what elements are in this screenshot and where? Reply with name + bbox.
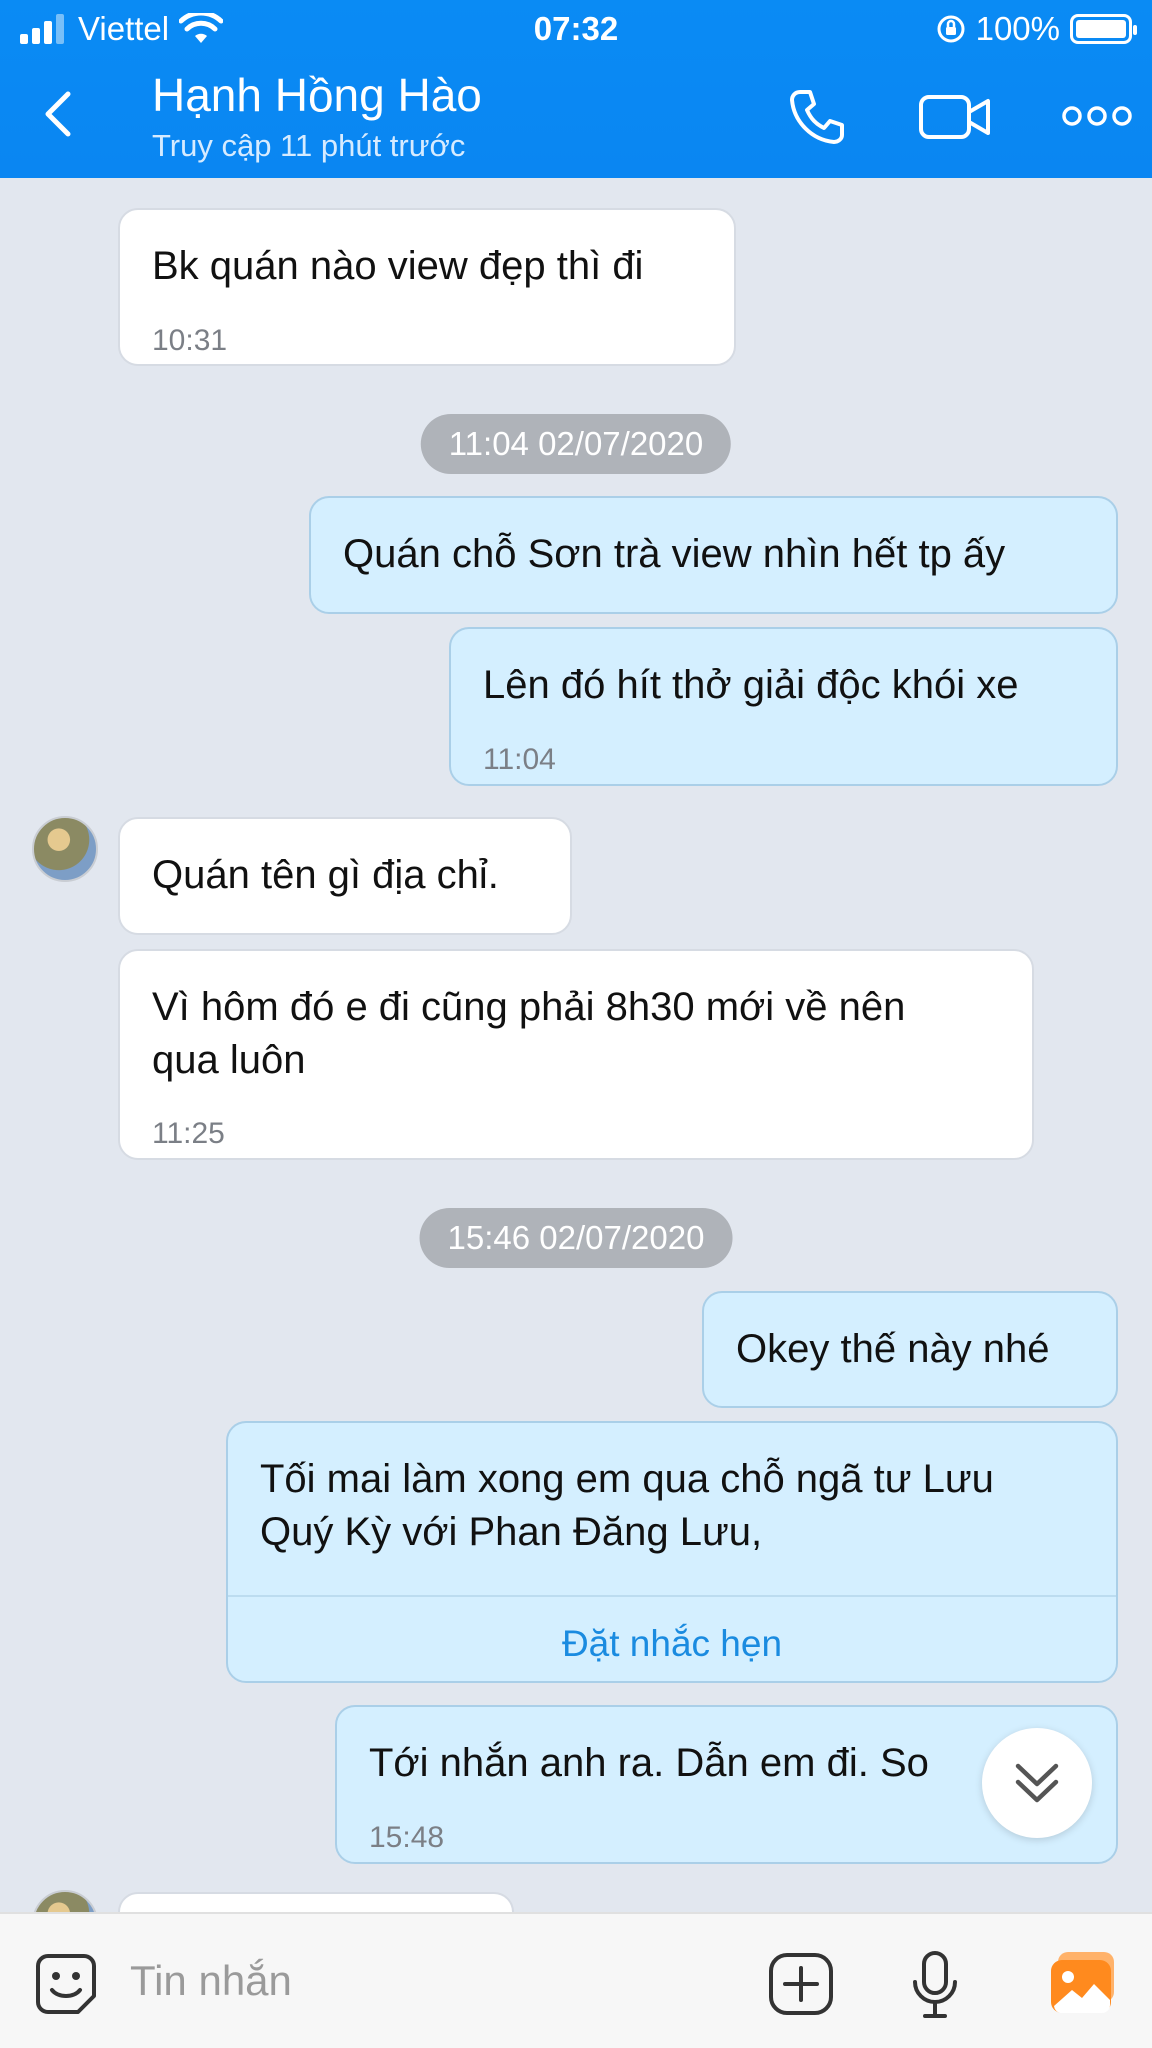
status-bar: Viettel 07:32 100% [0, 0, 1152, 58]
message-text: Quán chỗ Sơn trà view nhìn hết tp ấy [343, 532, 1006, 576]
microphone-icon[interactable] [910, 1950, 960, 2020]
message-outgoing-reminder[interactable]: Tối mai làm xong em qua chỗ ngã tư Lưu Q… [226, 1421, 1118, 1683]
status-right: 100% [936, 10, 1137, 48]
scroll-to-bottom-button[interactable] [982, 1728, 1092, 1838]
back-chevron-icon[interactable] [36, 88, 80, 140]
message-time: 11:04 [483, 743, 556, 776]
message-text: Lên đó hít thở giải độc khói xe [483, 663, 1019, 707]
contact-last-seen: Truy cập 11 phút trước [152, 128, 466, 163]
date-separator: 11:04 02/07/2020 [420, 414, 732, 474]
message-incoming[interactable]: Quán tên gì địa chỉ. [118, 817, 572, 935]
sticker-icon[interactable] [34, 1952, 98, 2016]
plus-icon[interactable] [768, 1952, 834, 2016]
more-dots-icon[interactable] [1062, 104, 1132, 128]
phone-icon[interactable] [786, 86, 848, 148]
message-text: Bk quán nào view đẹp thì đi [152, 244, 644, 288]
rotation-lock-icon [937, 15, 965, 43]
image-gallery-icon[interactable] [1048, 1950, 1118, 2016]
message-text: Okey thế này nhé [736, 1327, 1050, 1371]
battery-icon [1070, 14, 1137, 44]
message-time: 10:31 [152, 324, 228, 357]
message-outgoing[interactable]: Quán chỗ Sơn trà view nhìn hết tp ấy [309, 496, 1118, 614]
composer-bar [0, 1912, 1152, 2048]
date-separator: 15:46 02/07/2020 [419, 1208, 733, 1268]
message-text: Quán tên gì địa chỉ. [152, 853, 499, 897]
message-outgoing[interactable]: Lên đó hít thở giải độc khói xe 11:04 [449, 627, 1118, 786]
chat-header: Viettel 07:32 100% Hạnh Hồng Hào Truy cậ… [0, 0, 1152, 178]
message-text: Vì hôm đó e đi cũng phải 8h30 mới về nên… [152, 985, 906, 1082]
message-time: 15:48 [369, 1821, 445, 1854]
chevron-double-down-icon [1015, 1763, 1059, 1803]
message-incoming[interactable]: Vì hôm đó e đi cũng phải 8h30 mới về nên… [118, 949, 1034, 1160]
message-text: Tối mai làm xong em qua chỗ ngã tư Lưu Q… [260, 1457, 994, 1554]
video-camera-icon[interactable] [918, 92, 992, 142]
message-input[interactable] [130, 1946, 730, 2016]
message-incoming[interactable]: Bk quán nào view đẹp thì đi 10:31 [118, 208, 736, 366]
message-time: 11:25 [152, 1117, 225, 1150]
avatar[interactable] [32, 816, 98, 882]
message-outgoing[interactable]: Okey thế này nhé [702, 1291, 1118, 1408]
battery-percent: 100% [975, 10, 1060, 47]
bubble-divider [228, 1595, 1116, 1597]
contact-name[interactable]: Hạnh Hồng Hào [152, 68, 482, 122]
set-reminder-link[interactable]: Đặt nhắc hẹn [228, 1617, 1116, 1670]
